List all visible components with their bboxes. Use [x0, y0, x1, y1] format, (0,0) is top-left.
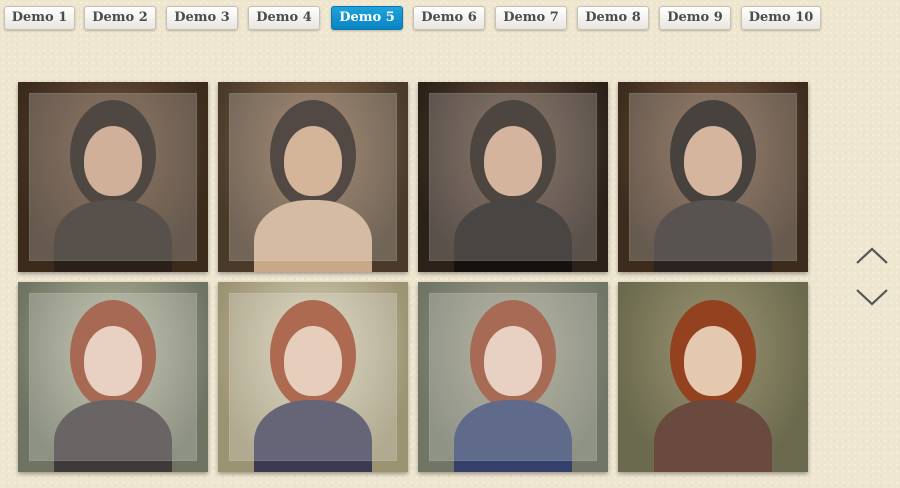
demo-10-button[interactable]: Demo 10 — [741, 6, 821, 30]
image-gallery — [18, 82, 808, 472]
gallery-tile-3[interactable] — [418, 82, 608, 272]
demo-4-button[interactable]: Demo 4 — [248, 6, 320, 30]
tile-hover-frame — [29, 293, 197, 461]
demo-1-button[interactable]: Demo 1 — [4, 6, 75, 30]
demo-5-button[interactable]: Demo 5 — [331, 6, 403, 30]
demo-6-button[interactable]: Demo 6 — [413, 6, 485, 30]
demo-8-button[interactable]: Demo 8 — [577, 6, 649, 30]
tile-hover-frame — [429, 293, 597, 461]
demo-2-button[interactable]: Demo 2 — [84, 6, 156, 30]
gallery-tile-6[interactable] — [218, 282, 408, 472]
gallery-tile-2[interactable] — [218, 82, 408, 272]
tile-hover-frame — [429, 93, 597, 261]
demo-7-button[interactable]: Demo 7 — [495, 6, 567, 30]
gallery-tile-4[interactable] — [618, 82, 808, 272]
chevron-up-icon — [856, 247, 888, 264]
demo-3-button[interactable]: Demo 3 — [166, 6, 238, 30]
tile-hover-frame — [229, 293, 397, 461]
tile-hover-frame — [229, 93, 397, 261]
gallery-tile-8[interactable] — [618, 282, 808, 472]
tile-hover-frame — [29, 93, 197, 261]
figure-body — [654, 400, 772, 472]
scroll-up-button[interactable] — [854, 243, 890, 267]
chevron-down-icon — [856, 289, 888, 306]
gallery-tile-7[interactable] — [418, 282, 608, 472]
demo-9-button[interactable]: Demo 9 — [659, 6, 731, 30]
scroll-down-button[interactable] — [854, 286, 890, 310]
gallery-tile-5[interactable] — [18, 282, 208, 472]
gallery-tile-1[interactable] — [18, 82, 208, 272]
figure-face — [684, 326, 742, 396]
tile-hover-frame — [629, 93, 797, 261]
